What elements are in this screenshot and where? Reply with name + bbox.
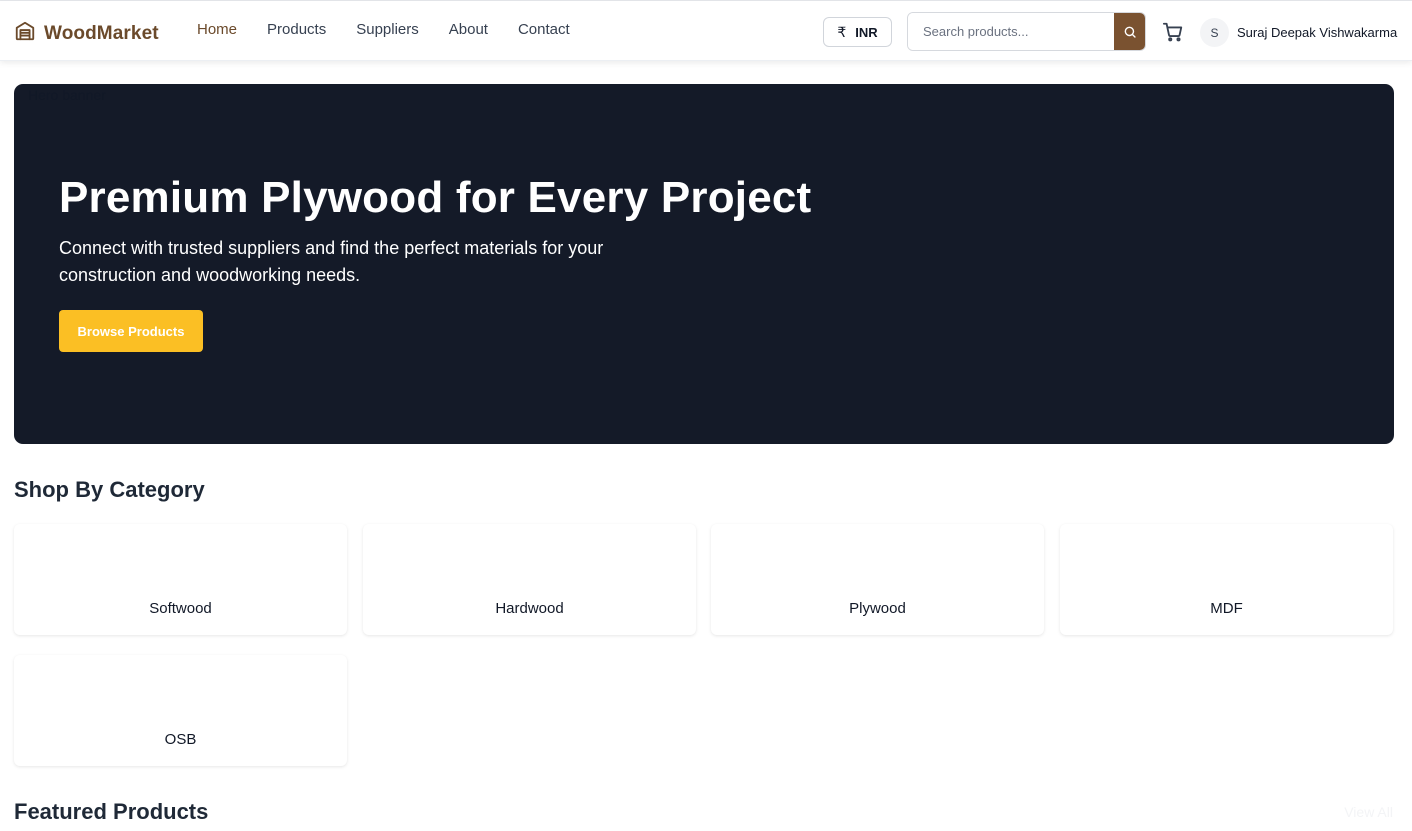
nav-about[interactable]: About [449, 21, 488, 38]
category-card-hardwood[interactable]: Hardwood [363, 524, 696, 635]
main-nav: Home Products Suppliers About Contact [197, 21, 570, 38]
currency-code: INR [855, 24, 878, 40]
hero-image-alt-text: Hero banner [28, 87, 106, 103]
browse-products-button[interactable]: Browse Products [59, 310, 203, 352]
category-label: Softwood [149, 600, 212, 617]
search-button[interactable] [1114, 13, 1145, 50]
category-label: MDF [1210, 600, 1243, 617]
cart-button[interactable] [1162, 21, 1184, 43]
rupee-icon: ₹ [837, 23, 847, 40]
user-menu[interactable]: S Suraj Deepak Vishwakarma [1200, 18, 1397, 47]
hero-subtitle: Connect with trusted suppliers and find … [59, 238, 604, 285]
avatar: S [1200, 18, 1229, 47]
category-label: OSB [164, 731, 197, 748]
view-all-link[interactable]: View All [1344, 804, 1393, 820]
cart-icon [1162, 22, 1183, 42]
category-card-plywood[interactable]: Plywood [711, 524, 1044, 635]
warehouse-icon [14, 20, 36, 47]
nav-home[interactable]: Home [197, 21, 237, 38]
category-label: Plywood [849, 600, 906, 617]
user-name: Suraj Deepak Vishwakarma [1237, 25, 1398, 40]
brand-logo[interactable]: WoodMarket [14, 20, 159, 47]
search-input[interactable] [908, 13, 1114, 50]
hero-title: Premium Plywood for Every Project [59, 173, 812, 222]
brand-name: WoodMarket [44, 22, 159, 44]
search-icon [1124, 26, 1136, 38]
site-header: WoodMarket Home Products Suppliers About… [0, 1, 1412, 61]
hero-banner: Hero banner Premium Plywood for Every Pr… [14, 84, 1394, 444]
currency-selector[interactable]: ₹ INR [823, 17, 892, 47]
nav-contact[interactable]: Contact [518, 21, 570, 38]
shop-by-category-heading: Shop By Category [14, 477, 205, 502]
category-card-osb[interactable]: OSB [14, 655, 347, 766]
featured-products-heading: Featured Products [14, 799, 209, 824]
nav-products[interactable]: Products [267, 21, 326, 38]
nav-suppliers[interactable]: Suppliers [356, 21, 419, 38]
category-label: Hardwood [495, 600, 564, 617]
category-card-softwood[interactable]: Softwood [14, 524, 347, 635]
category-card-mdf[interactable]: MDF [1060, 524, 1393, 635]
search-bar [907, 12, 1146, 51]
